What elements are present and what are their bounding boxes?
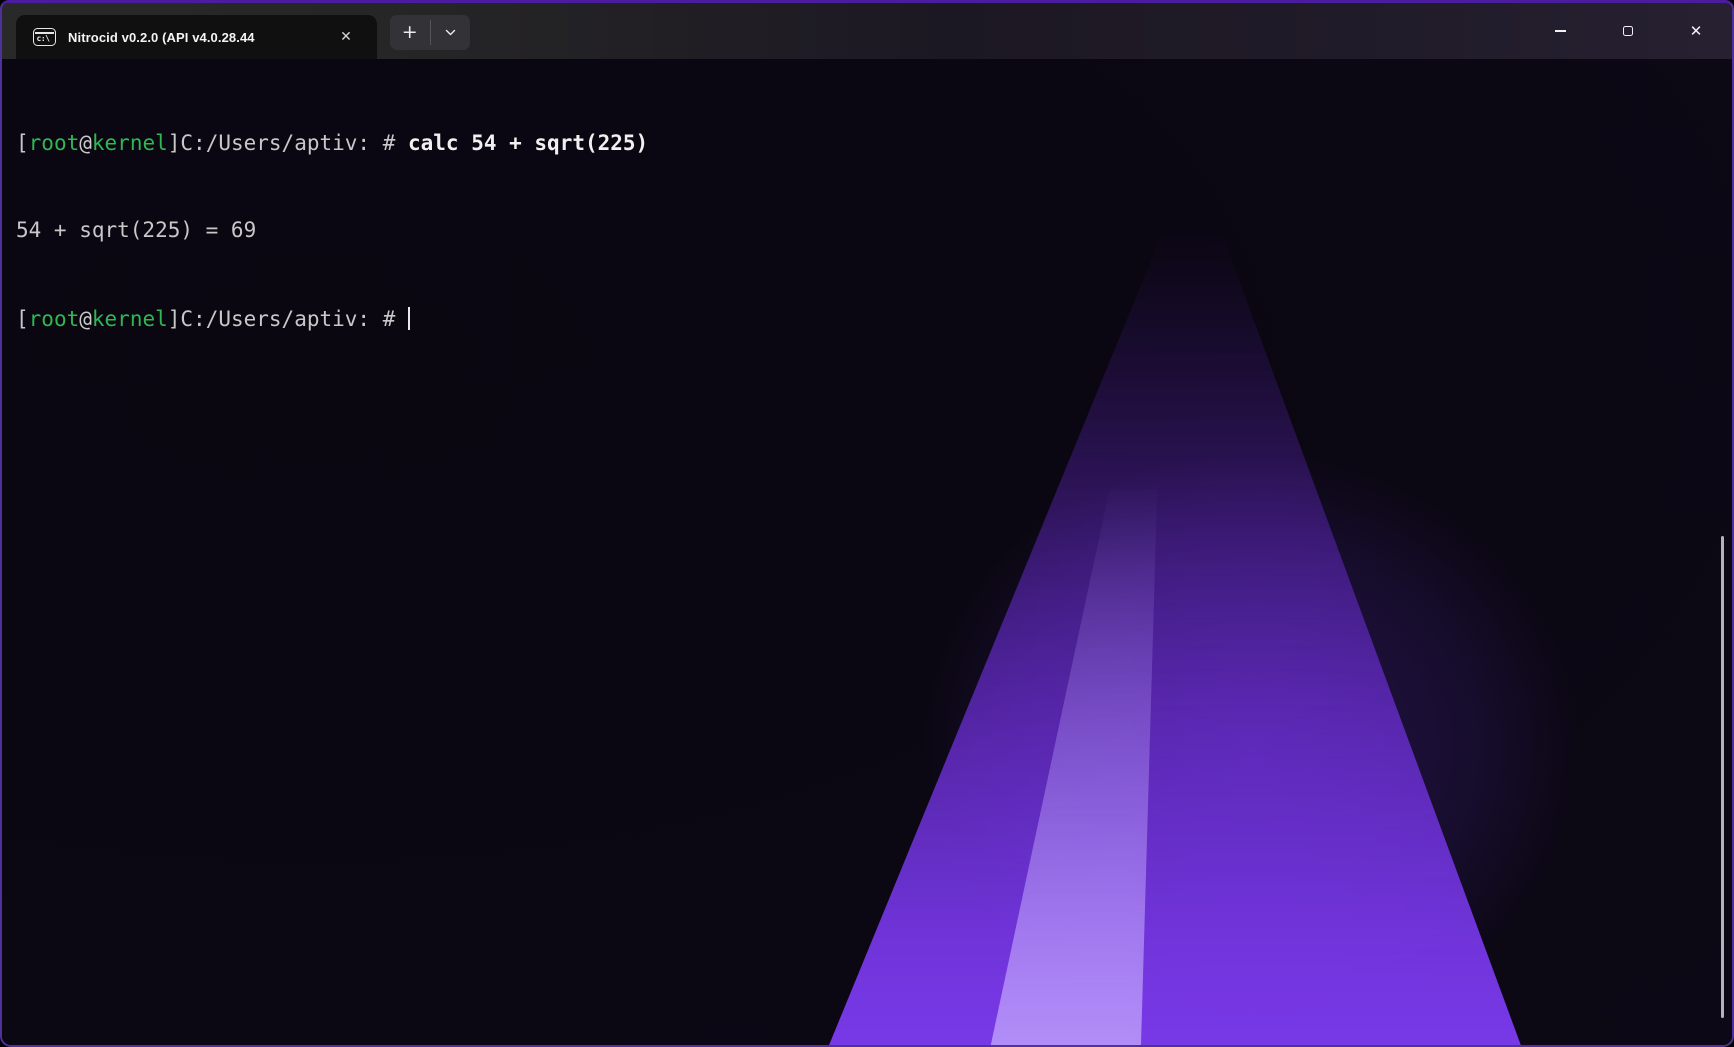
close-button[interactable]: ✕ bbox=[1673, 11, 1719, 51]
minimize-button[interactable] bbox=[1537, 11, 1583, 51]
terminal-viewport[interactable]: [root@kernel]C:/Users/aptiv: # calc 54 +… bbox=[2, 59, 1732, 1047]
prompt-user: root bbox=[29, 131, 80, 155]
tab-close-icon[interactable]: ✕ bbox=[334, 25, 358, 49]
prompt-bracket: [ bbox=[16, 131, 29, 155]
maximize-icon bbox=[1623, 26, 1634, 37]
prompt-path: C:/Users/aptiv: # bbox=[180, 307, 408, 331]
close-icon: ✕ bbox=[1690, 24, 1703, 39]
prompt-line: [root@kernel]C:/Users/aptiv: # bbox=[16, 303, 648, 334]
prompt-host: kernel bbox=[92, 307, 168, 331]
titlebar[interactable]: c:\ Nitrocid v0.2.0 (API v4.0.28.44 ✕ + … bbox=[2, 3, 1732, 59]
terminal-output: [root@kernel]C:/Users/aptiv: # calc 54 +… bbox=[16, 71, 648, 392]
window-controls: ✕ bbox=[1537, 11, 1719, 51]
prompt-host: kernel bbox=[92, 131, 168, 155]
new-tab-button[interactable]: + bbox=[390, 15, 430, 50]
minimize-icon bbox=[1555, 30, 1566, 31]
command-prompt-icon-glyph: c:\ bbox=[34, 35, 49, 46]
command-prompt-icon: c:\ bbox=[33, 28, 56, 46]
prompt-bracket: ] bbox=[168, 131, 181, 155]
tab-title: Nitrocid v0.2.0 (API v4.0.28.44 bbox=[68, 30, 310, 45]
prompt-line: [root@kernel]C:/Users/aptiv: # calc 54 +… bbox=[16, 129, 648, 158]
text-cursor bbox=[408, 307, 411, 330]
command-result: 54 + sqrt(225) = 69 bbox=[16, 218, 256, 242]
tab-dropdown-button[interactable] bbox=[431, 15, 471, 50]
tab-nitrocid[interactable]: c:\ Nitrocid v0.2.0 (API v4.0.28.44 ✕ bbox=[16, 15, 377, 59]
prompt-bracket: [ bbox=[16, 307, 29, 331]
prompt-at: @ bbox=[79, 307, 92, 331]
output-line: 54 + sqrt(225) = 69 bbox=[16, 216, 648, 245]
new-tab-button-group: + bbox=[390, 15, 470, 50]
prompt-path: C:/Users/aptiv: # bbox=[180, 131, 408, 155]
typed-command: calc 54 + sqrt(225) bbox=[408, 131, 648, 155]
prompt-user: root bbox=[29, 307, 80, 331]
prompt-at: @ bbox=[79, 131, 92, 155]
maximize-button[interactable] bbox=[1605, 11, 1651, 51]
scrollbar-thumb[interactable] bbox=[1721, 536, 1724, 1018]
prompt-bracket: ] bbox=[168, 307, 181, 331]
chevron-down-icon bbox=[444, 26, 457, 39]
terminal-window: c:\ Nitrocid v0.2.0 (API v4.0.28.44 ✕ + … bbox=[0, 0, 1734, 1047]
